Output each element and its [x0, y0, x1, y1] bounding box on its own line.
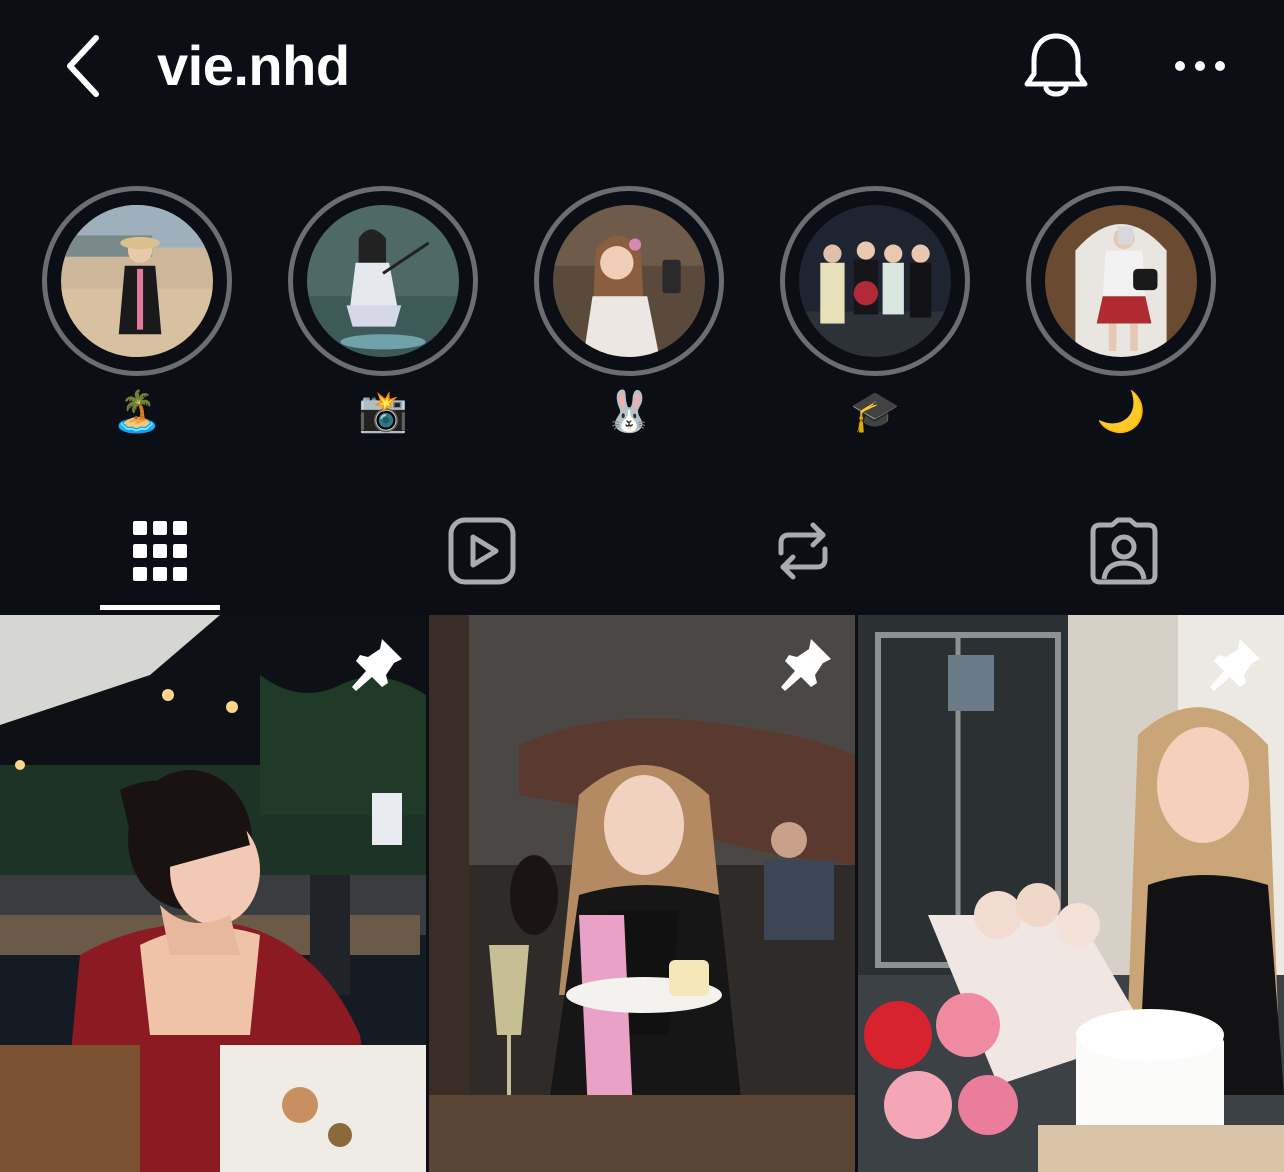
post-image — [429, 615, 855, 1172]
highlight-ring — [1026, 186, 1216, 376]
reels-play-icon — [448, 517, 516, 585]
post-image — [858, 615, 1284, 1172]
highlight-ring — [534, 186, 724, 376]
pin-icon — [1210, 639, 1260, 691]
tab-posts-grid[interactable] — [80, 495, 240, 607]
active-tab-indicator — [100, 605, 220, 610]
highlight-ring — [288, 186, 478, 376]
highlight-cover-image — [307, 205, 459, 357]
highlight-label: 🎓 — [850, 390, 900, 434]
highlight-label: 📸 — [358, 390, 408, 434]
chevron-left-icon — [67, 35, 99, 97]
grid-icon — [133, 521, 187, 581]
post-thumbnail[interactable] — [858, 615, 1284, 1172]
profile-page: vie.nhd 🏝️ 📸 🐰 🎓 🌙 — [0, 0, 1284, 1172]
highlight-label: 🌙 — [1096, 390, 1146, 434]
pin-icon — [352, 639, 402, 691]
bell-icon — [1024, 33, 1088, 97]
post-thumbnail[interactable] — [429, 615, 855, 1172]
highlight-label: 🐰 — [604, 390, 654, 434]
tab-reels[interactable] — [402, 495, 562, 607]
highlight-cover-image — [799, 205, 951, 357]
profile-username: vie.nhd — [157, 34, 350, 97]
highlight-cover-image — [61, 205, 213, 357]
repost-icon — [778, 522, 828, 580]
highlight-item[interactable]: 🏝️ — [42, 186, 238, 436]
profile-tabs — [0, 495, 1284, 615]
notifications-button[interactable] — [1022, 30, 1090, 102]
more-options-button[interactable] — [1170, 46, 1230, 86]
highlight-item[interactable]: 🌙 — [1026, 186, 1222, 436]
highlight-item[interactable]: 📸 — [288, 186, 484, 436]
highlight-cover-image — [1045, 205, 1197, 357]
highlight-ring — [42, 186, 232, 376]
highlight-item[interactable]: 🐰 — [534, 186, 730, 436]
tagged-person-icon — [1090, 517, 1158, 585]
profile-header: vie.nhd — [0, 0, 1284, 130]
tab-reposts[interactable] — [723, 495, 883, 607]
post-thumbnail[interactable] — [0, 615, 426, 1172]
more-horizontal-icon — [1175, 61, 1225, 71]
posts-grid — [0, 615, 1284, 1172]
pin-icon — [781, 639, 831, 691]
tab-tagged[interactable] — [1044, 495, 1204, 607]
back-button[interactable] — [58, 30, 110, 102]
highlight-cover-image — [553, 205, 705, 357]
post-image — [0, 615, 426, 1172]
highlight-label: 🏝️ — [112, 390, 162, 434]
highlight-item[interactable]: 🎓 — [780, 186, 976, 436]
highlight-ring — [780, 186, 970, 376]
